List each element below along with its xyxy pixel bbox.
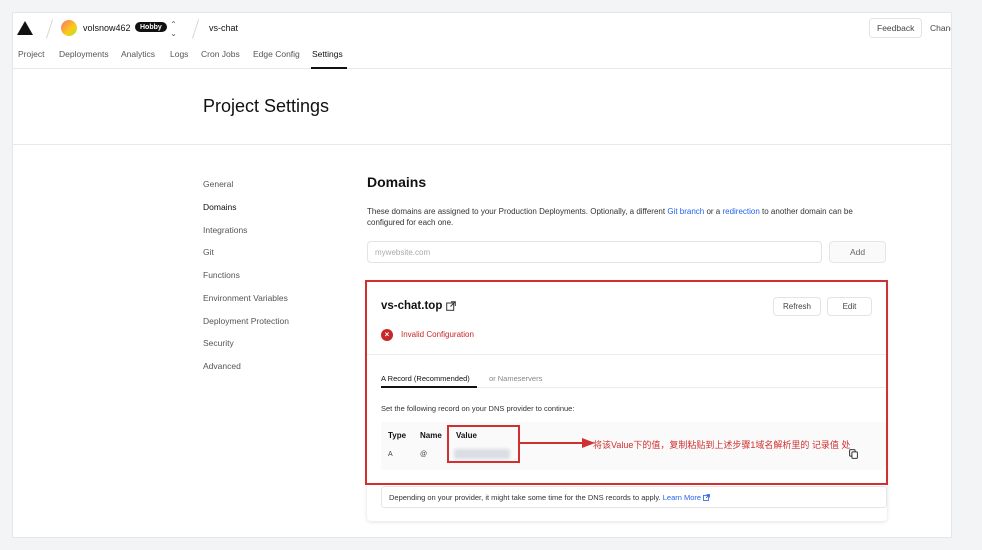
page-title: Project Settings <box>203 96 330 116</box>
page-header: Project Settings <box>13 70 951 145</box>
active-tab-indicator <box>311 67 347 69</box>
tab-edge-config[interactable]: Edge Config <box>253 49 300 59</box>
description-text: or a <box>704 207 723 216</box>
annotation-value-box <box>447 425 520 463</box>
redirection-link[interactable]: redirection <box>722 207 759 216</box>
tab-project[interactable]: Project <box>18 49 44 59</box>
note-text: Depending on your provider, it might tak… <box>389 493 663 502</box>
top-header: volsnow462 Hobby ⌃⌄ vs-chat Feedback Cha… <box>13 13 951 45</box>
annotation-arrow-icon <box>520 438 595 448</box>
sidebar-item-git[interactable]: Git <box>203 247 214 257</box>
sidebar-item-domains[interactable]: Domains <box>203 202 237 212</box>
changelog-button[interactable]: Chang <box>930 23 951 33</box>
tab-cron-jobs[interactable]: Cron Jobs <box>201 49 240 59</box>
section-description: These domains are assigned to your Produ… <box>367 206 887 228</box>
learn-more-link[interactable]: Learn More <box>663 493 701 502</box>
section-title: Domains <box>367 174 427 190</box>
add-domain-button[interactable]: Add <box>829 241 886 263</box>
sidebar-item-security[interactable]: Security <box>203 338 234 348</box>
plan-badge: Hobby <box>135 22 167 32</box>
separator <box>45 19 54 39</box>
feedback-button[interactable]: Feedback <box>869 18 923 38</box>
tab-settings[interactable]: Settings <box>312 49 343 59</box>
sidebar-item-advanced[interactable]: Advanced <box>203 361 241 371</box>
vercel-logo-icon[interactable] <box>17 21 33 35</box>
tab-logs[interactable]: Logs <box>170 49 188 59</box>
browser-page: volsnow462 Hobby ⌃⌄ vs-chat Feedback Cha… <box>12 12 952 538</box>
sidebar-item-environment-variables[interactable]: Environment Variables <box>203 293 288 303</box>
annotation-text: 将该Value下的值，复制粘贴到上述步骤1域名解析里的 记录值 处 <box>593 440 851 450</box>
description-text: These domains are assigned to your Produ… <box>367 207 668 216</box>
sidebar-item-deployment-protection[interactable]: Deployment Protection <box>203 316 289 326</box>
separator <box>191 19 200 39</box>
scope-switcher-icon[interactable]: ⌃⌄ <box>169 20 178 38</box>
username[interactable]: volsnow462 <box>83 23 131 33</box>
sidebar-item-functions[interactable]: Functions <box>203 270 240 280</box>
sidebar-item-general[interactable]: General <box>203 179 233 189</box>
tab-deployments[interactable]: Deployments <box>59 49 109 59</box>
sidebar-item-integrations[interactable]: Integrations <box>203 225 247 235</box>
avatar[interactable] <box>61 20 77 36</box>
project-name[interactable]: vs-chat <box>209 23 238 33</box>
domain-input[interactable] <box>367 241 822 263</box>
git-branch-link[interactable]: Git branch <box>667 207 704 216</box>
dns-note-text: Depending on your provider, it might tak… <box>389 493 711 502</box>
tab-analytics[interactable]: Analytics <box>121 49 155 59</box>
external-link-icon[interactable] <box>703 494 711 501</box>
annotation-highlight-box <box>365 280 888 485</box>
project-tabs: Project Deployments Analytics Logs Cron … <box>13 45 951 69</box>
